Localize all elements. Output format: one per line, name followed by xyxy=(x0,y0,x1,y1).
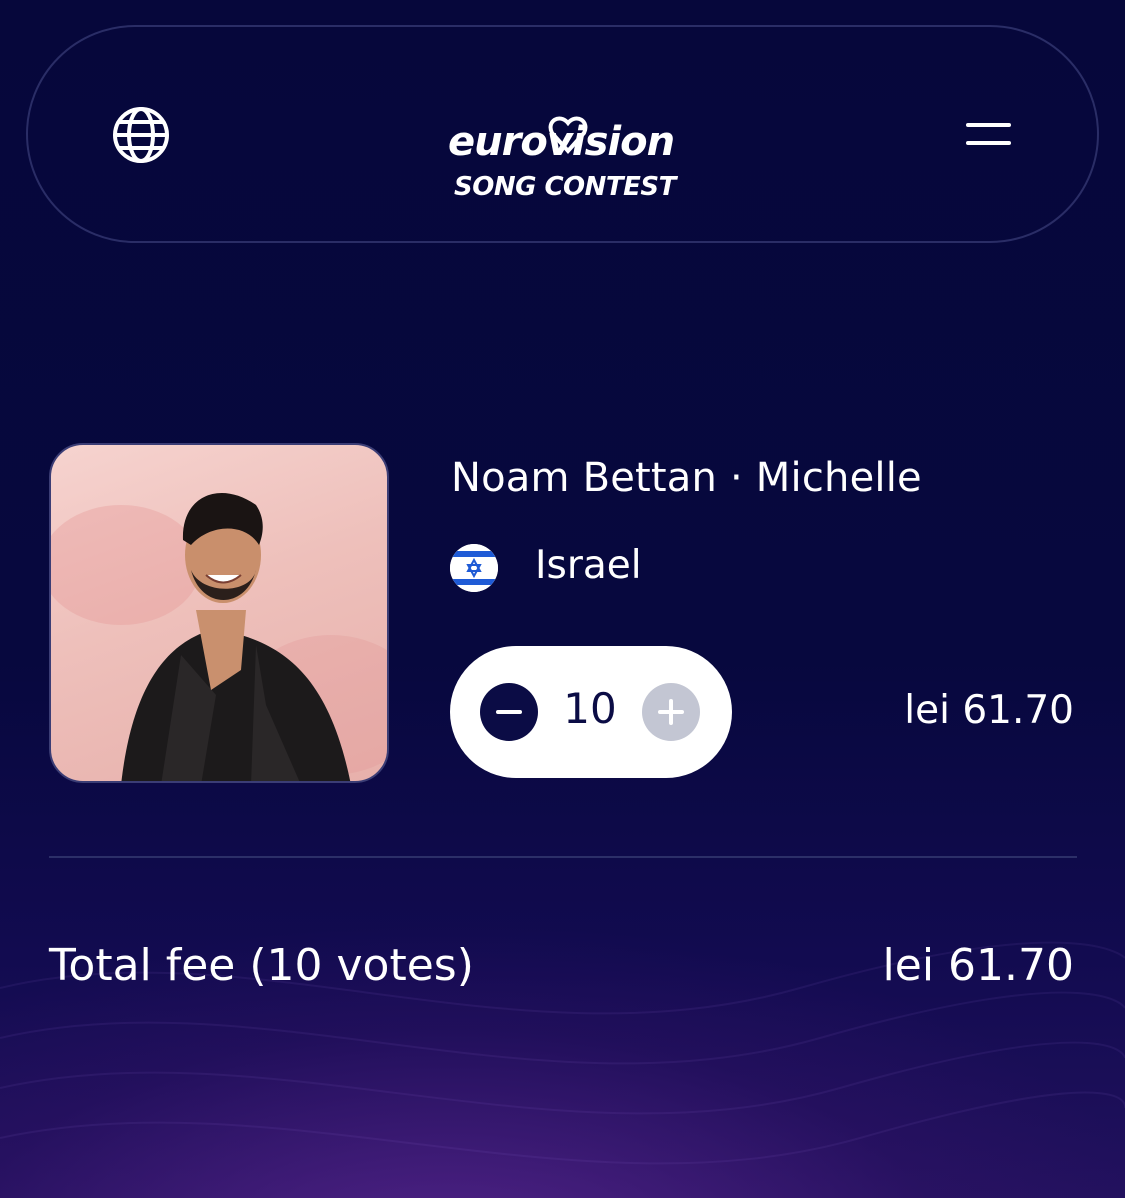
top-navigation-bar: eurovision SONG CONTEST xyxy=(26,25,1099,243)
divider xyxy=(49,856,1077,858)
globe-icon xyxy=(113,107,169,163)
background-waves xyxy=(0,941,1125,1165)
country-name: Israel xyxy=(535,543,642,588)
language-button[interactable] xyxy=(111,105,171,165)
artist-photo xyxy=(49,443,389,783)
entry-price: lei 61.70 xyxy=(904,688,1074,733)
increase-votes-button[interactable] xyxy=(642,683,700,741)
decrease-votes-button[interactable] xyxy=(480,683,538,741)
eurovision-logo[interactable]: eurovision SONG CONTEST xyxy=(438,115,698,205)
svg-text:SONG CONTEST: SONG CONTEST xyxy=(454,172,679,202)
total-fee-label: Total fee (10 votes) xyxy=(49,940,474,991)
vote-quantity-stepper: 10 xyxy=(450,646,732,778)
hamburger-menu-icon-bar xyxy=(966,141,1011,145)
eurovision-logo-graphic: eurovision SONG CONTEST xyxy=(448,116,679,202)
israel-flag-icon xyxy=(450,544,498,592)
vote-count: 10 xyxy=(563,684,617,733)
hamburger-menu-icon xyxy=(966,123,1011,127)
entry-title: Noam Bettan · Michelle xyxy=(451,455,922,501)
total-fee-amount: lei 61.70 xyxy=(882,940,1074,991)
menu-button[interactable] xyxy=(958,117,1018,157)
